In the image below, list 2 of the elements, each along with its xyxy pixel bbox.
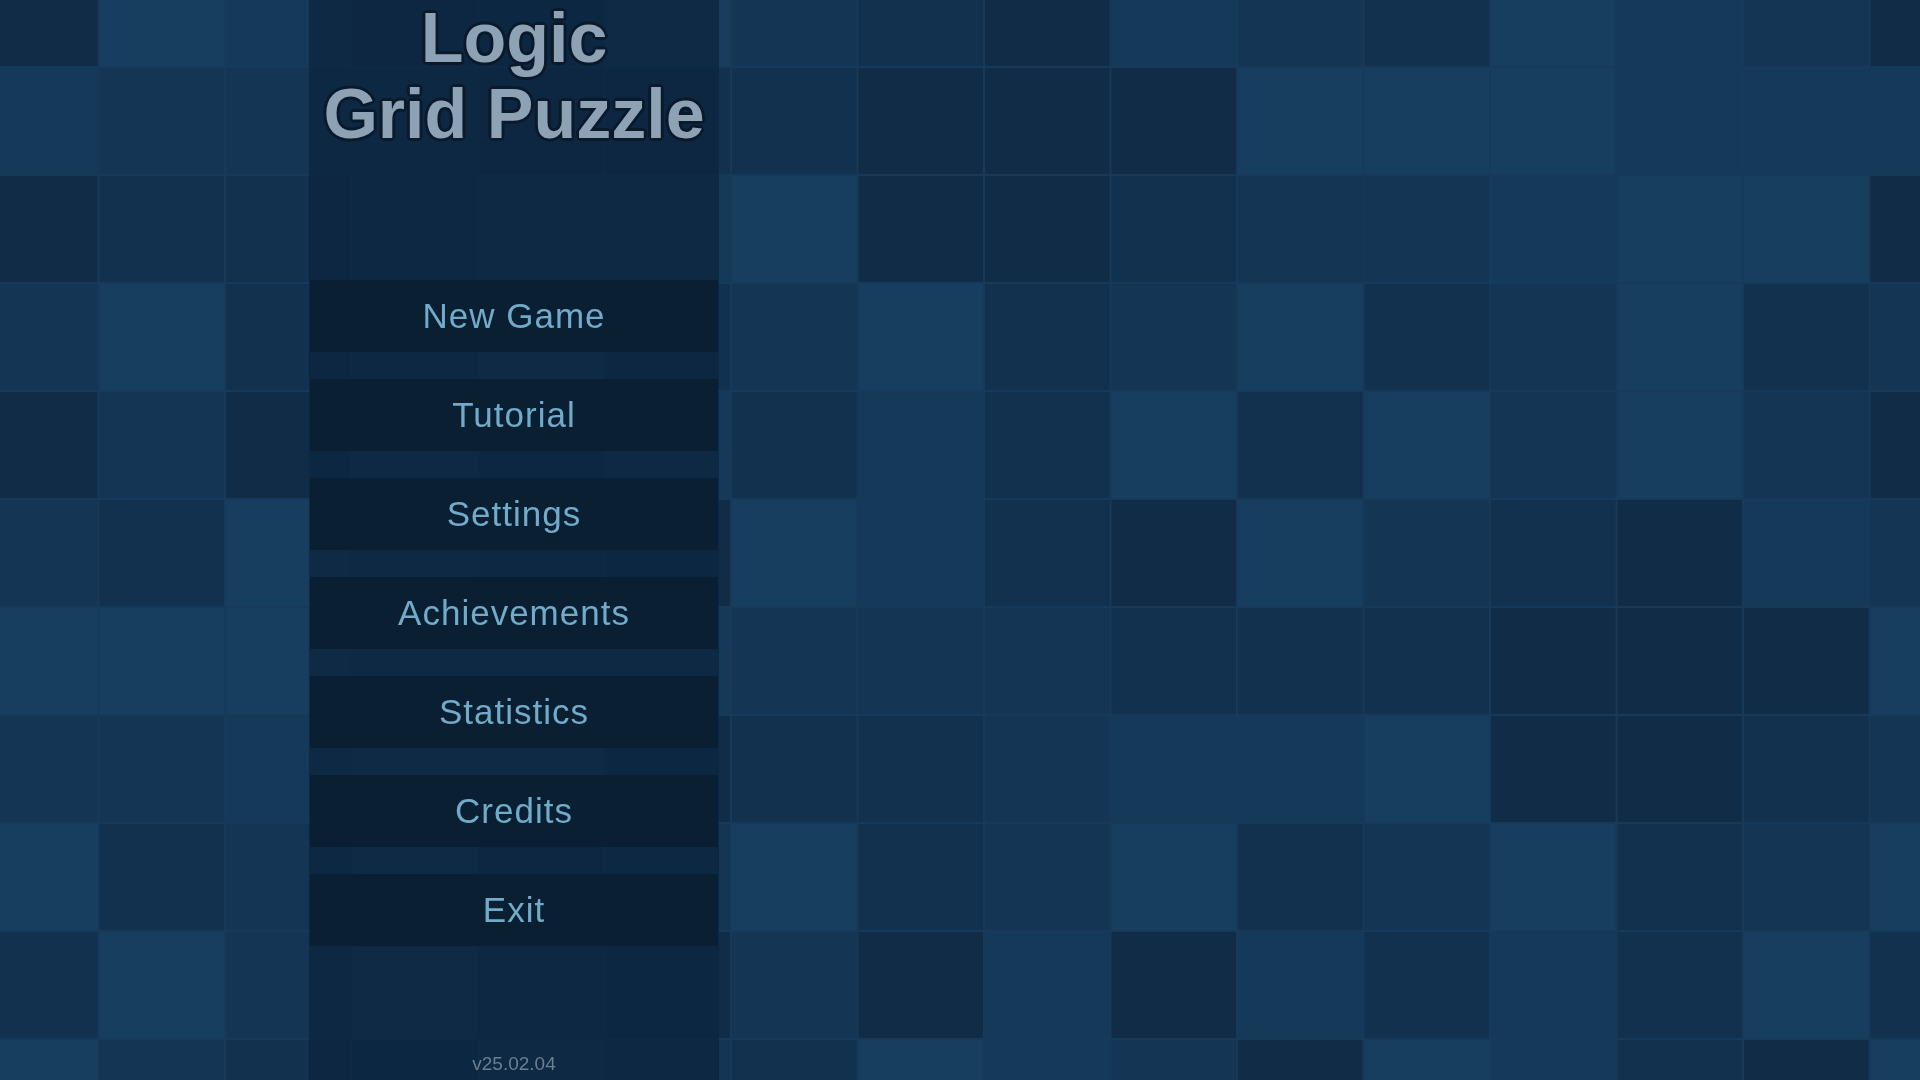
version-label: v25.02.04	[472, 1053, 556, 1075]
game-title: Logic Grid Puzzle	[323, 0, 705, 152]
